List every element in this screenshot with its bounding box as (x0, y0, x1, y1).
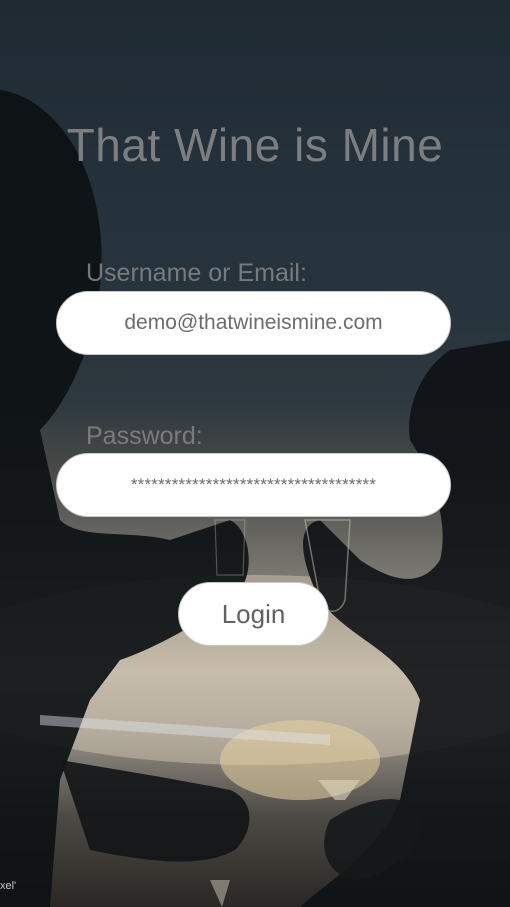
watermark-text: xel' (0, 880, 17, 892)
username-label: Username or Email: (86, 259, 307, 287)
password-field[interactable]: ************************************ (56, 453, 451, 517)
password-label: Password: (86, 422, 203, 450)
username-field[interactable]: demo@thatwineismine.com (56, 291, 451, 355)
login-button[interactable]: Login (178, 582, 329, 646)
app-title: That Wine is Mine (66, 119, 444, 171)
login-screen: That Wine is Mine Username or Email: dem… (0, 0, 510, 907)
